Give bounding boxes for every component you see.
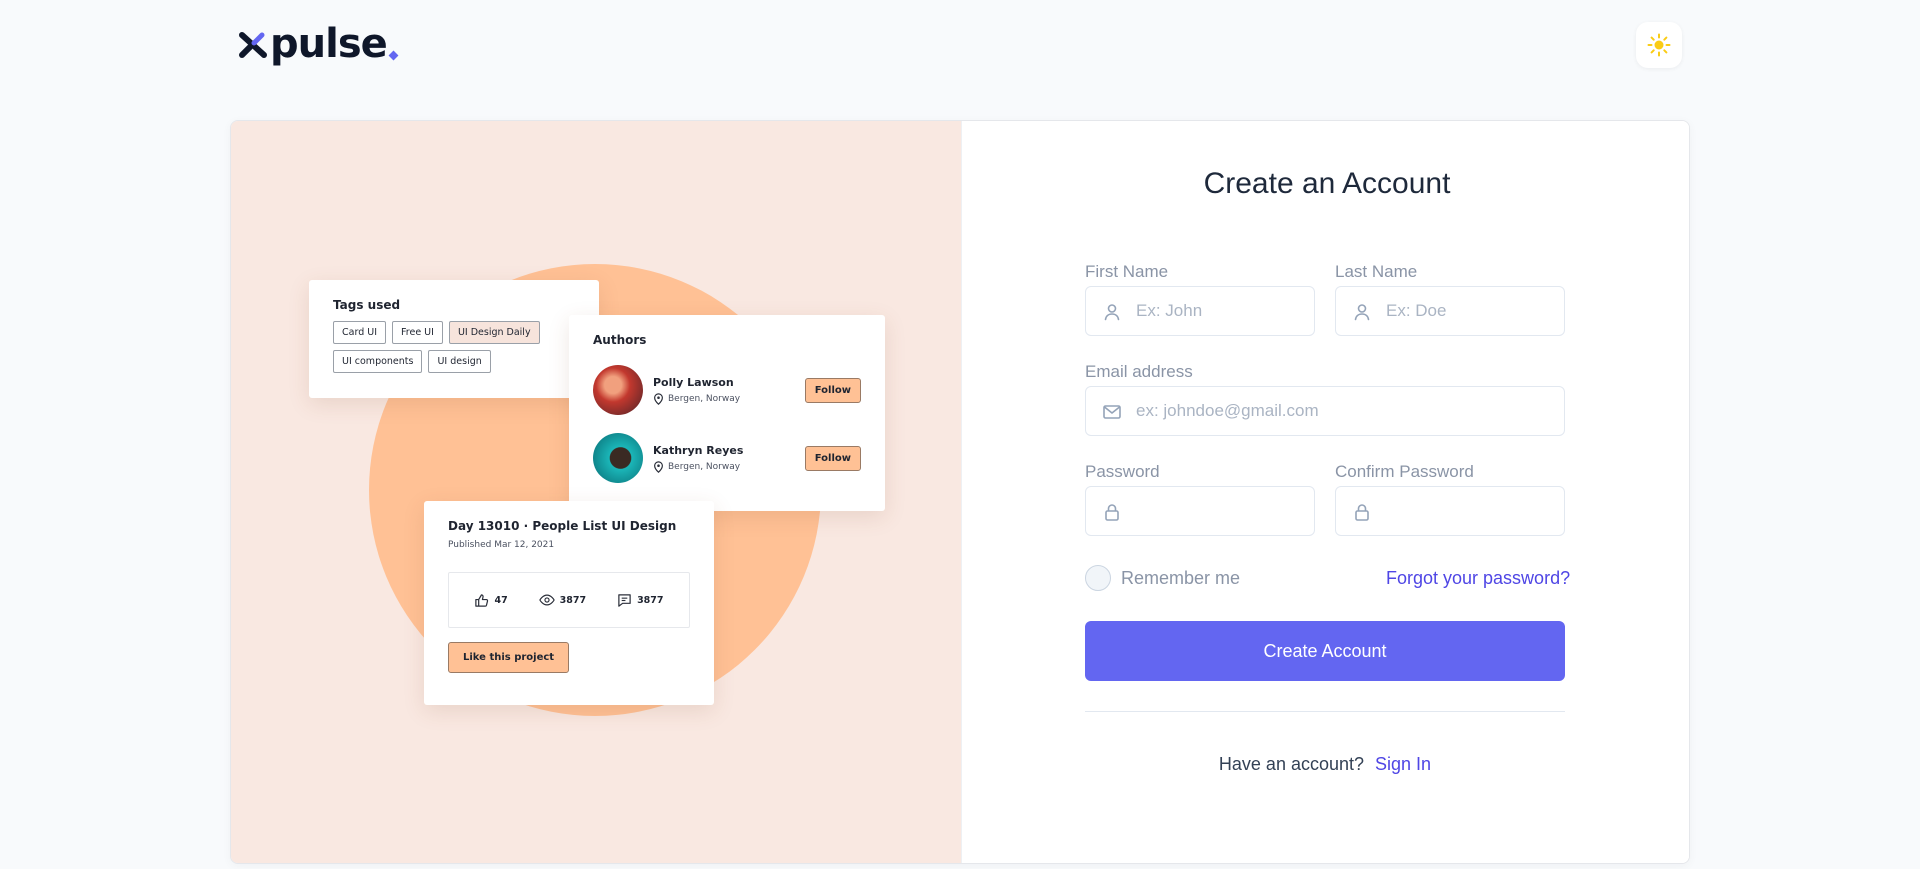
forgot-password-link[interactable]: Forgot your password? — [1386, 568, 1570, 589]
have-account-text: Have an account? — [1218, 754, 1365, 774]
follow-button: Follow — [804, 377, 861, 403]
brand-name: pulse — [270, 21, 388, 67]
email-input[interactable]: ex: johndoe@gmail.com — [1085, 386, 1565, 436]
author-row: Kathryn Reyes Bergen, Norway Follow — [593, 433, 861, 483]
confirm-password-input[interactable] — [1335, 486, 1565, 536]
sign-in-row: Have an account? Sign In — [1085, 754, 1565, 775]
user-icon — [1104, 304, 1120, 321]
logo-x-mark — [238, 29, 268, 59]
author-name: Polly Lawson — [653, 375, 734, 389]
tag: UI design — [428, 350, 491, 373]
theme-toggle-button[interactable] — [1636, 22, 1682, 68]
project-stats: 47 3877 3877 — [448, 572, 690, 628]
mail-icon — [1103, 405, 1121, 419]
lock-icon — [1105, 504, 1119, 521]
follow-button: Follow — [804, 445, 861, 471]
confirm-password-label: Confirm Password — [1335, 462, 1474, 481]
lock-icon — [1355, 504, 1369, 521]
author-name: Kathryn Reyes — [653, 443, 744, 457]
sign-in-link[interactable]: Sign In — [1375, 754, 1431, 774]
like-project-button: Like this project — [448, 642, 570, 673]
illustration-panel: Tags used Card UI Free UI UI Design Dail… — [231, 121, 961, 863]
form-divider — [1085, 711, 1565, 712]
tags-card: Tags used Card UI Free UI UI Design Dail… — [309, 280, 599, 398]
likes-count: 47 — [494, 594, 508, 606]
remember-me-radio[interactable] — [1085, 565, 1111, 591]
last-name-label: Last Name — [1335, 262, 1418, 281]
author-location: Bergen, Norway — [668, 461, 741, 472]
email-label: Email address — [1085, 362, 1193, 381]
tags-title: Tags used — [333, 298, 401, 312]
last-name-placeholder: Ex: Doe — [1386, 301, 1447, 320]
location-pin-icon — [654, 392, 663, 405]
signup-form-panel: Create an Account — [961, 121, 1689, 863]
comment-icon — [618, 593, 631, 607]
author-row: Polly Lawson Bergen, Norway Follow — [593, 365, 861, 415]
views-count: 3877 — [559, 594, 587, 606]
author-location: Bergen, Norway — [668, 393, 741, 404]
eye-icon — [538, 594, 555, 606]
first-name-label: First Name — [1085, 262, 1169, 281]
project-title: Day 13010 · People List UI Design — [448, 519, 677, 533]
password-label: Password — [1085, 462, 1160, 481]
project-published: Published Mar 12, 2021 — [448, 540, 555, 550]
first-name-input[interactable]: Ex: John — [1085, 286, 1315, 336]
email-placeholder: ex: johndoe@gmail.com — [1136, 401, 1319, 420]
avatar — [593, 433, 643, 483]
location-pin-icon — [654, 460, 663, 473]
sun-icon — [1647, 33, 1671, 57]
logo-dot — [388, 50, 399, 60]
form-title: Create an Account — [1203, 167, 1451, 200]
tags-list: Card UI Free UI UI Design Daily UI compo… — [333, 321, 575, 373]
comments-count: 3877 — [637, 594, 664, 606]
authors-card: Authors Polly Lawson Bergen, Norway Foll… — [569, 315, 885, 511]
remember-me-checkbox[interactable]: Remember me — [1085, 565, 1240, 591]
project-card: Day 13010 · People List UI Design Publis… — [424, 501, 714, 705]
last-name-input[interactable]: Ex: Doe — [1335, 286, 1565, 336]
password-input[interactable] — [1085, 486, 1315, 536]
remember-me-label: Remember me — [1121, 567, 1241, 588]
create-account-button[interactable]: Create Account — [1085, 621, 1565, 681]
tag: Free UI — [392, 321, 443, 344]
user-icon — [1354, 304, 1370, 321]
tag: UI components — [333, 350, 423, 373]
tag-active: UI Design Daily — [448, 321, 540, 344]
brand-logo[interactable]: pulse — [238, 21, 399, 67]
authors-title: Authors — [593, 333, 647, 347]
first-name-placeholder: Ex: John — [1136, 301, 1203, 320]
tag: Card UI — [333, 321, 386, 344]
avatar — [593, 365, 643, 415]
thumbs-up-icon — [475, 593, 489, 607]
